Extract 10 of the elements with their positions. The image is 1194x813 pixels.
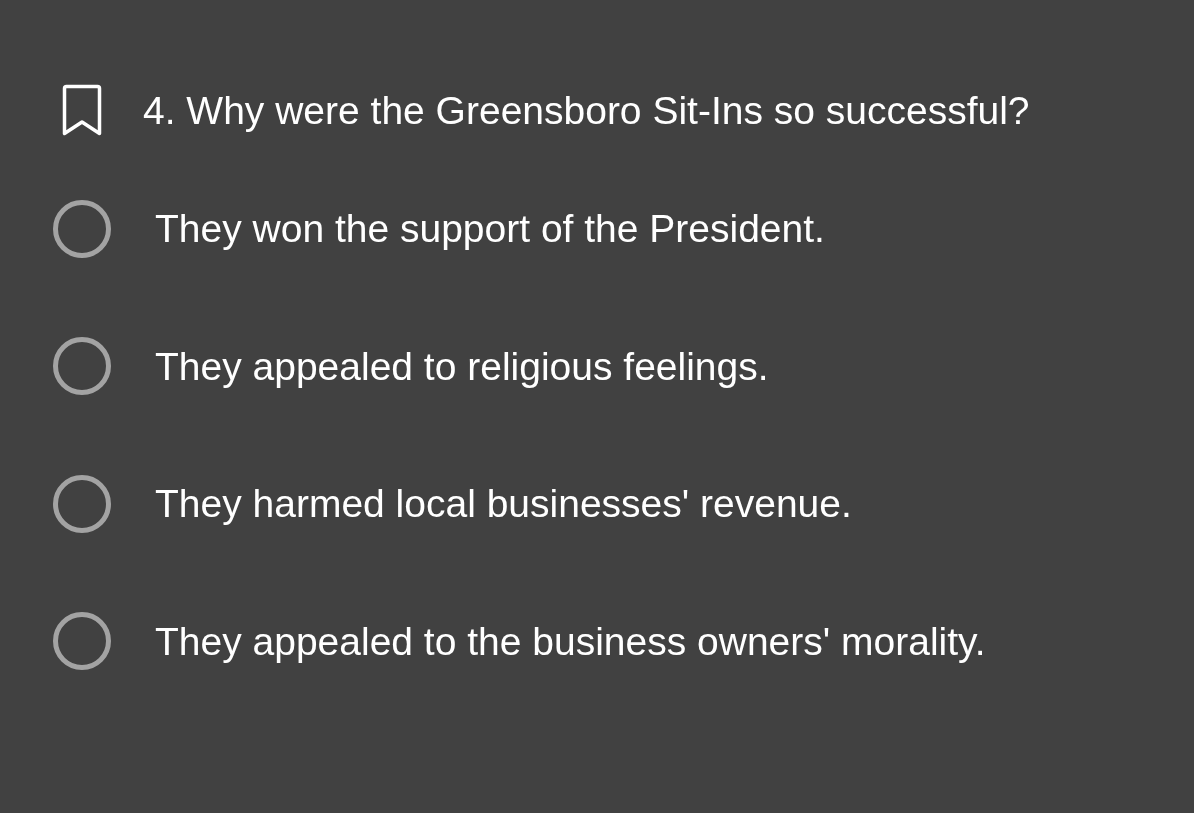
option-label[interactable]: They appealed to the business owners' morality. [155,621,986,661]
option-label[interactable]: They appealed to religious feelings. [155,346,769,386]
bookmark-icon[interactable] [62,84,102,136]
option-label[interactable]: They won the support of the President. [155,209,825,249]
radio-button[interactable] [53,612,111,671]
radio-button[interactable] [53,199,111,258]
radio-button[interactable] [53,474,111,533]
option-label[interactable]: They harmed local businesses' revenue. [155,484,852,524]
radio-button[interactable] [53,337,111,396]
question-text: 4. Why were the Greensboro Sit-Ins so successful? [143,90,1030,130]
